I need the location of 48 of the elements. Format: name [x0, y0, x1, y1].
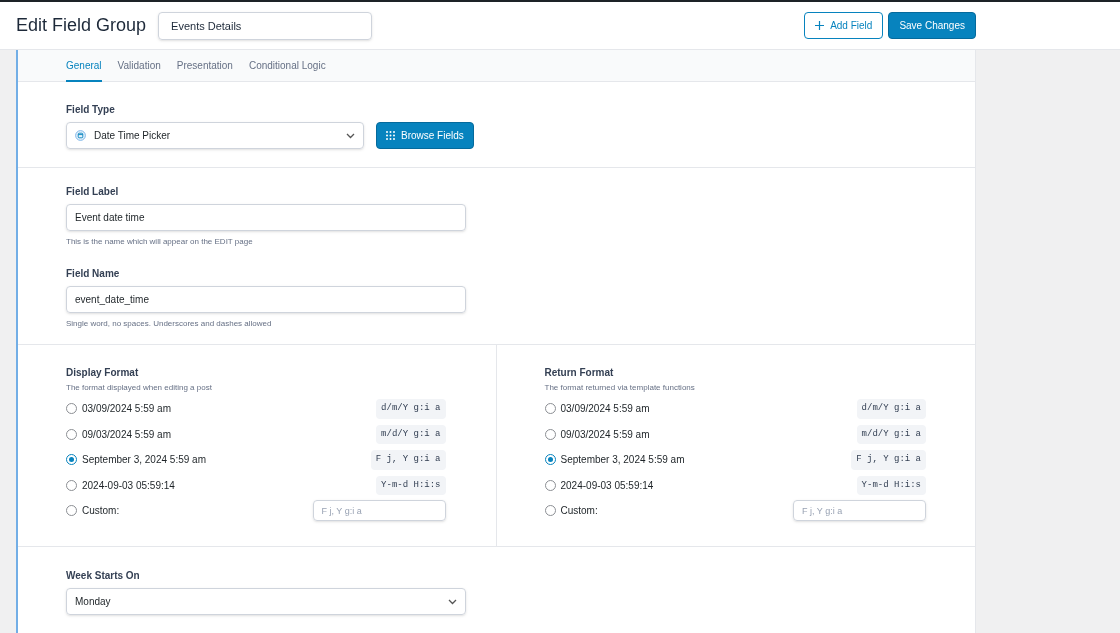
group-name-field[interactable]: Events Details [158, 11, 373, 40]
option-label: 03/09/2024 5:59 am [560, 402, 651, 417]
add-field-button[interactable]: Add Field [804, 12, 884, 39]
chevron-down-icon [448, 598, 457, 605]
option-label: September 3, 2024 5:59 am [82, 453, 207, 468]
field-label: Field Name [66, 267, 121, 281]
browse-fields-button[interactable]: Browse Fields [376, 122, 474, 149]
option-label: 09/03/2024 5:59 am [560, 427, 651, 442]
grid-icon [386, 131, 395, 140]
field-type-select[interactable]: Date Time Picker [66, 122, 364, 149]
format-code: F j, Y g:i a [851, 450, 926, 470]
help-text: The format returned via template functions [544, 382, 696, 394]
save-changes-button[interactable]: Save Changes [888, 12, 976, 39]
tab[interactable]: General [66, 50, 102, 82]
custom-format-input[interactable]: F j, Y g:i a [312, 500, 446, 522]
tab[interactable]: Presentation [176, 50, 233, 82]
plus-icon [815, 21, 825, 30]
tab[interactable]: Conditional Logic [248, 50, 326, 82]
option-label: 09/03/2024 5:59 am [82, 427, 172, 442]
format-code: m/d/Y g:i a [856, 424, 926, 444]
option-label: 03/09/2024 5:59 am [82, 402, 172, 417]
week-start-select[interactable]: Monday [66, 588, 466, 615]
option-label: Custom: [560, 504, 599, 519]
field-label-input[interactable]: Event date time [66, 204, 466, 231]
custom-format-input[interactable]: F j, Y g:i a [793, 500, 926, 522]
option-label: 2024-09-03 05:59:14 [82, 478, 176, 493]
help-text: Single word, no spaces. Underscores and dashes allowed [66, 318, 273, 330]
format-code: Y-m-d H:i:s [856, 475, 926, 495]
help-text: The format displayed when editing a post [66, 382, 213, 394]
field-name-input[interactable]: event_date_time [66, 286, 466, 313]
chevron-down-icon [346, 132, 355, 139]
tab[interactable]: Validation [117, 50, 161, 82]
option-label: September 3, 2024 5:59 am [560, 453, 686, 468]
help-text: This is the name which will appear on the EDIT page [66, 236, 254, 248]
calendar-icon [75, 130, 86, 141]
field-label: Week Starts On [66, 569, 141, 583]
format-code: d/m/Y g:i a [376, 399, 446, 419]
format-code: d/m/Y g:i a [856, 399, 926, 419]
field-label: Field Type [66, 103, 116, 117]
field-label: Field Label [66, 185, 120, 199]
page-title: Edit Field Group [16, 14, 147, 37]
field-label: Return Format [544, 366, 615, 380]
format-code: Y-m-d H:i:s [376, 475, 446, 495]
format-code: F j, Y g:i a [370, 450, 446, 470]
format-code: m/d/Y g:i a [376, 424, 446, 444]
field-label: Display Format [66, 366, 140, 380]
option-label: 2024-09-03 05:59:14 [560, 478, 655, 493]
option-label: Custom: [82, 504, 121, 519]
